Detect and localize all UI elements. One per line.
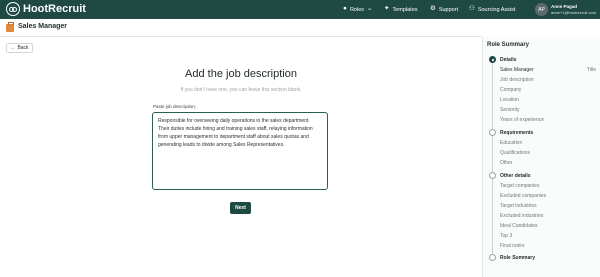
nav-sourcing-assist[interactable]: ⚇ Sourcing Assist (469, 0, 515, 19)
user-name: Anne Pagad (551, 4, 578, 9)
section-details[interactable]: Details (500, 57, 516, 63)
brand-logo[interactable]: HootRecruit (6, 2, 86, 16)
brand-name: HootRecruit (23, 3, 86, 15)
form-heading: Add the job description (185, 68, 297, 80)
sidebar-item-excluded-companies[interactable]: Excluded companies (500, 193, 546, 199)
role-header: Sales Manager (0, 19, 482, 37)
section-other-details[interactable]: Other details (500, 173, 531, 179)
sparkle-icon: ✦ (384, 5, 390, 13)
section-role-summary[interactable]: Role Summary (500, 255, 535, 261)
role-summary-sidebar: Role Summary Details Sales Manager Title… (482, 37, 600, 277)
section-requirements[interactable]: Requirements (500, 130, 533, 136)
gear-icon: ⚙ (430, 5, 436, 13)
sidebar-item-target-industries[interactable]: Target industries (500, 203, 537, 209)
user-email: anne+1@hootrecruit.com (551, 10, 597, 15)
paste-label: Paste job description: (153, 104, 197, 109)
sidebar-item-top-3[interactable]: Top 3 (500, 233, 512, 239)
nav-templates[interactable]: ✦ Templates (384, 0, 418, 19)
chevron-down-icon: ⌄ (367, 5, 373, 13)
owl-logo-icon (6, 2, 20, 16)
sidebar-item-target-companies[interactable]: Target companies (500, 183, 539, 189)
sidebar-item-qualifications[interactable]: Qualifications (500, 150, 530, 156)
sidebar-item-seniority[interactable]: Seniority (500, 107, 519, 113)
sidebar-item-other[interactable]: Other (500, 160, 513, 166)
form-subheading: If you don't have one, you can leave thi… (180, 87, 302, 93)
top-navigation-bar: HootRecruit ● Roles ⌄ ✦ Templates ⚙ Supp… (0, 0, 600, 19)
back-label: Back (17, 45, 29, 51)
nav-sourcing-label: Sourcing Assist (477, 6, 516, 13)
nav-roles-label: Roles (349, 6, 364, 13)
person-icon: ● (343, 5, 347, 13)
people-icon: ⚇ (469, 5, 475, 13)
section-dot-role-summary (489, 254, 496, 261)
section-dot-other-details (489, 172, 496, 179)
sidebar-item-company[interactable]: Company (500, 87, 521, 93)
arrow-left-icon: ← (10, 45, 16, 51)
sidebar-item-ideal-candidates[interactable]: Ideal Candidates (500, 223, 538, 229)
progress-line (492, 63, 493, 257)
section-dot-details (489, 56, 496, 63)
sidebar-item-final-notes[interactable]: Final notes (500, 243, 524, 249)
back-button[interactable]: ← Back (6, 43, 33, 53)
sidebar-item-title[interactable]: Sales Manager (500, 67, 534, 73)
avatar[interactable]: AP (535, 3, 548, 16)
sidebar-item-years-of-experience[interactable]: Years of experience (500, 117, 544, 123)
section-dot-requirements (489, 129, 496, 136)
sidebar-item-excluded-industries[interactable]: Excluded industries (500, 213, 543, 219)
nav-support-label: Support (438, 6, 459, 13)
nav-roles[interactable]: ● Roles ⌄ (343, 0, 372, 19)
sidebar-item-location[interactable]: Location (500, 97, 519, 103)
sidebar-item-education[interactable]: Education (500, 140, 522, 146)
sidebar-item-title-value: Title (586, 67, 596, 73)
nav-support[interactable]: ⚙ Support (430, 0, 458, 19)
nav-templates-label: Templates (392, 6, 418, 13)
next-button[interactable]: Next (230, 202, 251, 214)
job-description-textarea[interactable]: Responsible for overseeing daily operati… (152, 112, 328, 190)
briefcase-icon (6, 22, 14, 32)
sidebar-title: Role Summary (487, 42, 530, 48)
page-title: Sales Manager (18, 23, 68, 30)
sidebar-item-job-description[interactable]: Job description (500, 77, 534, 83)
